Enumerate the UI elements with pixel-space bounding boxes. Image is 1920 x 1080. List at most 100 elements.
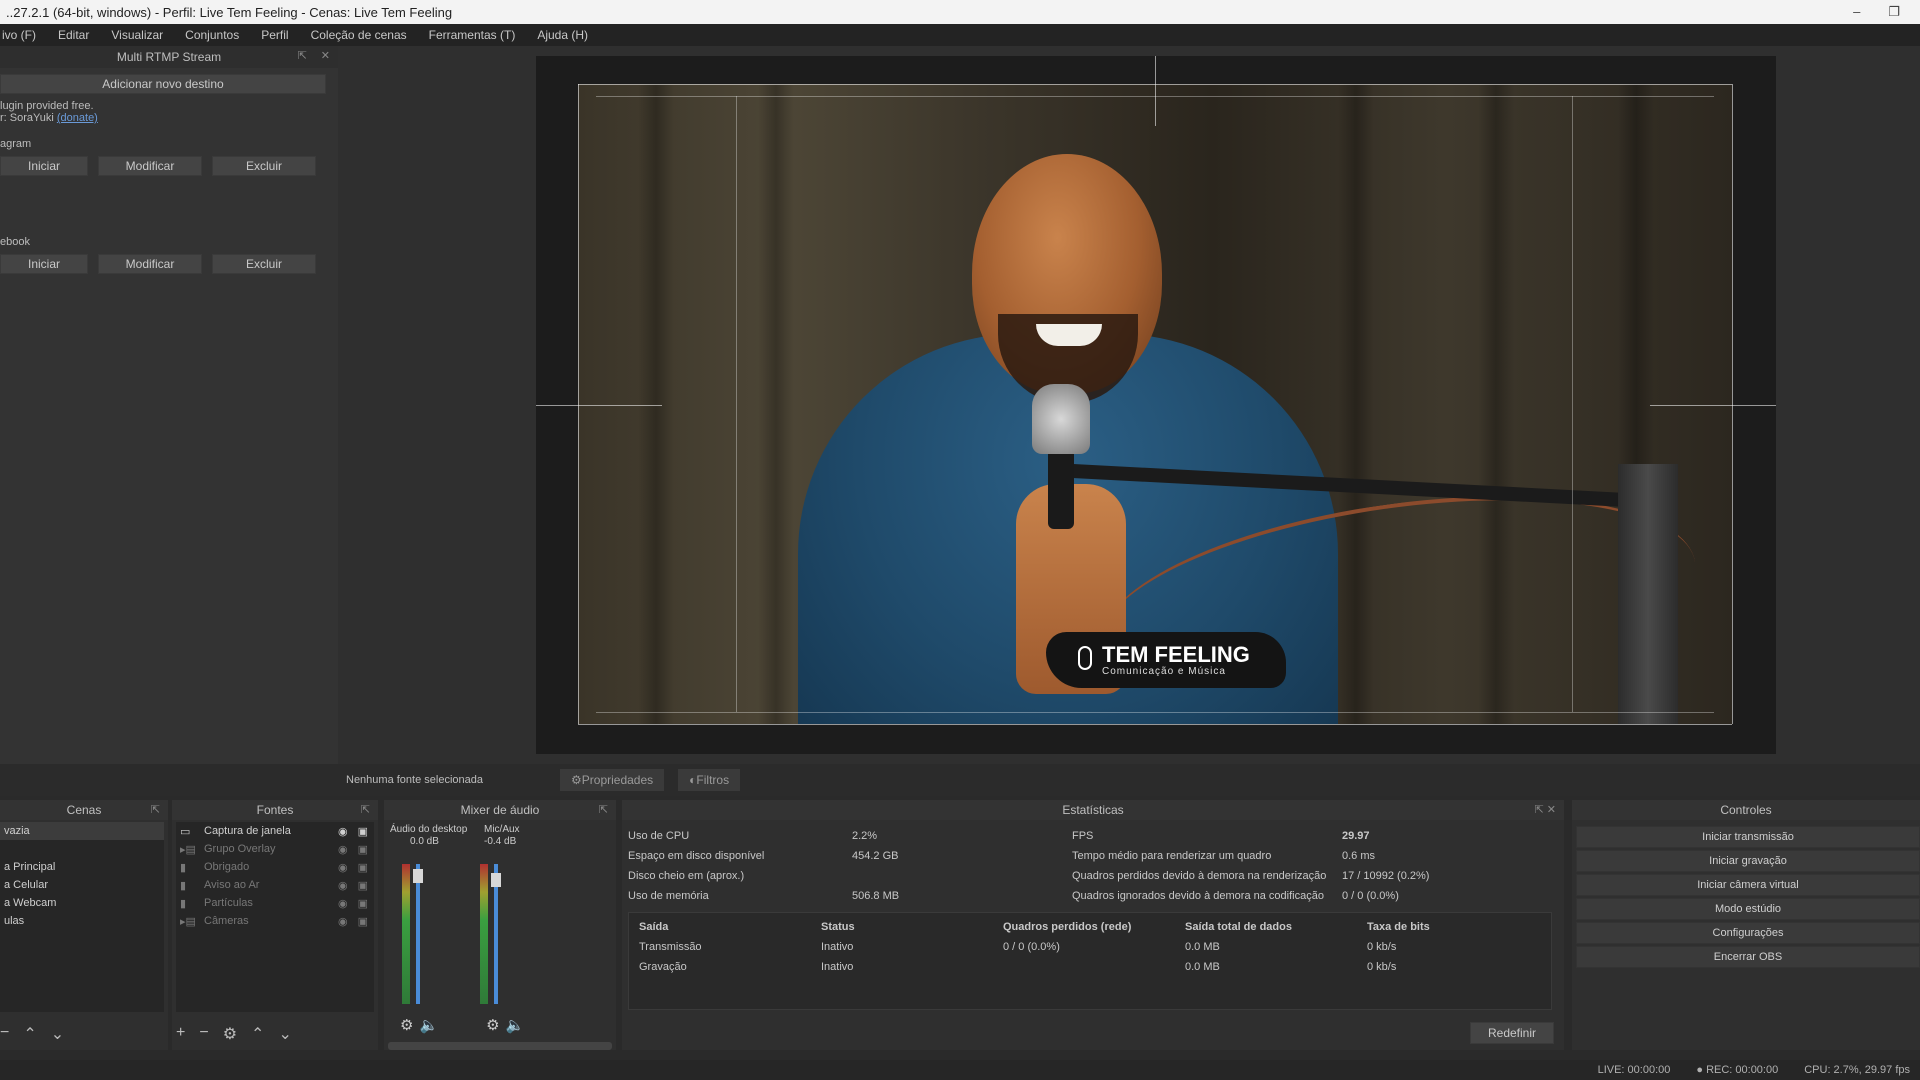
scene-item[interactable]: vazia [0,822,164,840]
channel-name: Áudio do desktop [390,824,468,835]
mic-body [1048,449,1074,529]
lock-icon[interactable]: ▣ [358,897,368,910]
menu-scene-collection[interactable]: Coleção de cenas [311,28,407,42]
close-icon[interactable]: ✕ [321,49,330,62]
start-streaming-button[interactable]: Iniciar transmissão [1576,826,1920,848]
table-cell: Transmissão [639,941,702,953]
sources-title: Fontes ⇱ [172,800,378,820]
menu-docks[interactable]: Conjuntos [185,28,239,42]
stat-key: Uso de CPU [628,830,690,842]
source-label: Obrigado [204,861,250,873]
scenes-list: vazia a Principal a Celular a Webcam ula… [0,822,164,1012]
eye-icon[interactable]: ◉ [338,825,348,838]
filters-button[interactable]: ◐ Filtros [678,769,741,791]
dock-title: Multi RTMP Stream ⇱ ✕ [0,46,338,68]
properties-button[interactable]: ⚙ Propriedades [560,769,665,791]
menu-edit[interactable]: Editar [58,28,89,42]
window-title: ..27.2.1 (64-bit, windows) - Perfil: Liv… [6,4,453,20]
curtain-fold [638,84,674,724]
float-icon[interactable]: ⇱ [599,803,608,816]
eye-icon[interactable]: ◉ [338,879,348,892]
minimize-button[interactable]: – [1853,4,1860,20]
speaker-icon[interactable]: 🔈 [506,1016,525,1034]
safe-area-guide [578,724,1732,725]
stats-right: FPS 29.97 Tempo médio para renderizar um … [1072,826,1552,906]
gear-icon[interactable]: ⚙ [400,1016,413,1034]
reset-stats-button[interactable]: Redefinir [1470,1022,1554,1044]
menu-help[interactable]: Ajuda (H) [537,28,588,42]
eye-icon[interactable]: ◉ [338,861,348,874]
plugin-author: r: SoraYuki (donate) [0,112,328,124]
audio-mixer-dock: Mixer de áudio ⇱ Áudio do desktop 0.0 dB … [384,800,616,1050]
exit-button[interactable]: Encerrar OBS [1576,946,1920,968]
lock-icon[interactable]: ▣ [358,861,368,874]
fader-knob[interactable] [413,869,423,883]
lock-icon[interactable]: ▣ [358,843,368,856]
gear-icon[interactable]: ⚙ [223,1024,237,1044]
preview-canvas[interactable]: TEM FEELING Comunicação e Música [536,56,1776,754]
start-recording-button[interactable]: Iniciar gravação [1576,850,1920,872]
lock-icon[interactable]: ▣ [358,915,368,928]
horizontal-scrollbar[interactable] [388,1042,612,1050]
delete-button[interactable]: Excluir [212,254,316,274]
float-icon[interactable]: ⇱ ✕ [1535,803,1557,816]
source-item[interactable]: ▭ Captura de janela ◉ ▣ [176,822,374,840]
column-header: Status [821,921,855,933]
source-item[interactable]: ▮ Obrigado ◉ ▣ [176,858,374,876]
source-item[interactable]: ▸▤ Grupo Overlay ◉ ▣ [176,840,374,858]
table-cell: Gravação [639,961,687,973]
move-up-icon[interactable]: ⌃ [23,1024,36,1044]
delete-button[interactable]: Excluir [212,156,316,176]
add-destination-button[interactable]: Adicionar novo destino [0,74,326,94]
eye-icon[interactable]: ◉ [338,915,348,928]
lock-icon[interactable]: ▣ [358,825,368,838]
start-button[interactable]: Iniciar [0,156,88,176]
remove-scene-icon[interactable]: − [0,1024,9,1044]
move-up-icon[interactable]: ⌃ [251,1024,264,1044]
menu-tools[interactable]: Ferramentas (T) [429,28,516,42]
stat-key: Quadros ignorados devido à demora na cod… [1072,890,1324,902]
controls-title: Controles [1572,800,1920,820]
volume-fader[interactable] [416,864,420,1004]
float-icon[interactable]: ⇱ [361,803,370,816]
source-item[interactable]: ▸▤ Câmeras ◉ ▣ [176,912,374,930]
edit-button[interactable]: Modificar [98,156,202,176]
scenes-title: Cenas ⇱ [0,800,168,820]
add-source-icon[interactable]: + [176,1024,185,1044]
start-button[interactable]: Iniciar [0,254,88,274]
menu-profile[interactable]: Perfil [261,28,288,42]
scene-item[interactable]: ulas [0,912,164,930]
speaker-icon[interactable]: 🔈 [419,1016,438,1034]
microphone-icon [1032,384,1090,454]
studio-mode-button[interactable]: Modo estúdio [1576,898,1920,920]
settings-button[interactable]: Configurações [1576,922,1920,944]
menu-file[interactable]: ivo (F) [2,28,36,42]
center-guide [1650,405,1776,406]
lock-icon[interactable]: ▣ [358,879,368,892]
tem-feeling-logo: TEM FEELING Comunicação e Música [1046,632,1286,688]
move-down-icon[interactable]: ⌄ [51,1024,64,1044]
gear-icon[interactable]: ⚙ [486,1016,499,1034]
eye-icon[interactable]: ◉ [338,843,348,856]
target-name: ebook [0,236,30,248]
scene-item[interactable]: a Celular [0,876,164,894]
scene-item[interactable]: a Webcam [0,894,164,912]
source-item[interactable]: ▮ Aviso ao Ar ◉ ▣ [176,876,374,894]
live-timer: LIVE: 00:00:00 [1597,1064,1671,1076]
remove-source-icon[interactable]: − [199,1024,208,1044]
edit-button[interactable]: Modificar [98,254,202,274]
float-icon[interactable]: ⇱ [298,49,307,62]
scene-item[interactable] [0,840,164,858]
source-item[interactable]: ▮ Partículas ◉ ▣ [176,894,374,912]
maximize-button[interactable]: ❐ [1888,4,1900,20]
float-icon[interactable]: ⇱ [151,803,160,816]
menu-view[interactable]: Visualizar [111,28,163,42]
move-down-icon[interactable]: ⌄ [278,1024,291,1044]
donate-link[interactable]: (donate) [57,112,98,124]
eye-icon[interactable]: ◉ [338,897,348,910]
fader-knob[interactable] [491,873,501,888]
start-virtual-camera-button[interactable]: Iniciar câmera virtual [1576,874,1920,896]
camera-source[interactable]: TEM FEELING Comunicação e Música [578,84,1732,724]
scene-item[interactable]: a Principal [0,858,164,876]
column-header: Taxa de bits [1367,921,1430,933]
